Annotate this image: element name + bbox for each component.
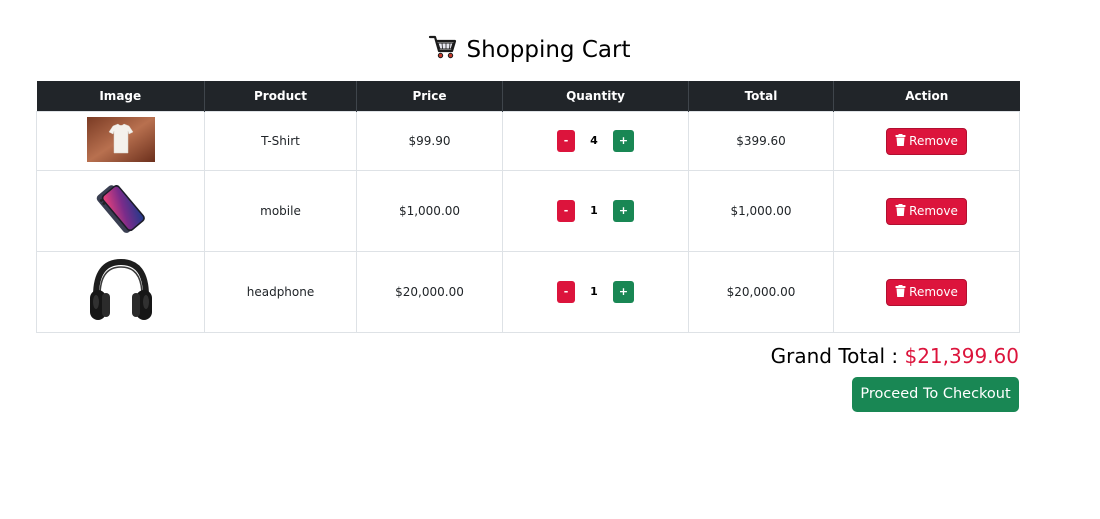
quantity-cell: - 1 + — [502, 170, 689, 252]
total-cell: $20,000.00 — [688, 251, 834, 333]
quantity-value: 1 — [590, 203, 598, 217]
increase-quantity-button[interactable]: + — [613, 200, 634, 222]
quantity-stepper: - 1 + — [557, 281, 634, 303]
price-cell: $1,000.00 — [356, 170, 503, 252]
total-cell: $1,000.00 — [688, 170, 834, 252]
tshirt-image — [86, 117, 155, 165]
trash-icon — [895, 203, 906, 219]
table-header-row: Image Product Price Quantity Total Actio… — [36, 81, 1020, 112]
decrease-quantity-button[interactable]: - — [557, 200, 575, 222]
decrease-quantity-button[interactable]: - — [557, 130, 575, 152]
increase-quantity-button[interactable]: + — [613, 281, 634, 303]
product-name-cell: T-Shirt — [204, 111, 357, 171]
price-cell: $20,000.00 — [356, 251, 503, 333]
total-cell: $399.60 — [688, 111, 834, 171]
grand-total-value: $21,399.60 — [904, 344, 1019, 368]
product-name-cell: headphone — [204, 251, 357, 333]
trash-icon — [895, 284, 906, 300]
page-title-text: Shopping Cart — [466, 37, 631, 63]
column-header-quantity: Quantity — [502, 81, 689, 112]
column-header-image: Image — [36, 81, 205, 112]
grand-total: Grand Total : $21,399.60 — [771, 344, 1019, 368]
cart-table: Image Product Price Quantity Total Actio… — [36, 81, 1020, 333]
column-header-total: Total — [688, 81, 834, 112]
image-cell — [36, 170, 205, 252]
quantity-stepper: - 4 + — [557, 130, 634, 152]
table-row: T-Shirt $99.90 - 4 + $399.60 Remove — [36, 111, 1020, 171]
quantity-value: 4 — [590, 133, 598, 147]
product-name-cell: mobile — [204, 170, 357, 252]
column-header-action: Action — [833, 81, 1020, 112]
headphone-image — [86, 256, 156, 329]
quantity-stepper: - 1 + — [557, 200, 634, 222]
table-row: headphone $20,000.00 - 1 + $20,000.00 Re… — [36, 251, 1020, 333]
proceed-to-checkout-button[interactable]: Proceed To Checkout — [852, 377, 1019, 412]
remove-button-label: Remove — [909, 204, 958, 218]
grand-total-label: Grand Total : — [770, 344, 899, 368]
quantity-cell: - 4 + — [502, 111, 689, 171]
page-title: Shopping Cart — [0, 32, 1058, 68]
trash-icon — [895, 133, 906, 149]
table-row: mobile $1,000.00 - 1 + $1,000.00 Remove — [36, 170, 1020, 252]
remove-button[interactable]: Remove — [886, 278, 967, 306]
mobile-image — [87, 182, 155, 241]
remove-button-label: Remove — [909, 134, 958, 148]
quantity-value: 1 — [590, 284, 598, 298]
quantity-cell: - 1 + — [502, 251, 689, 333]
price-cell: $99.90 — [356, 111, 503, 171]
decrease-quantity-button[interactable]: - — [557, 281, 575, 303]
remove-button[interactable]: Remove — [886, 127, 967, 155]
column-header-product: Product — [204, 81, 357, 112]
action-cell: Remove — [833, 111, 1020, 171]
increase-quantity-button[interactable]: + — [613, 130, 634, 152]
image-cell — [36, 251, 205, 333]
action-cell: Remove — [833, 170, 1020, 252]
remove-button[interactable]: Remove — [886, 197, 967, 225]
action-cell: Remove — [833, 251, 1020, 333]
shopping-cart-icon — [428, 32, 458, 68]
remove-button-label: Remove — [909, 285, 958, 299]
image-cell — [36, 111, 205, 171]
column-header-price: Price — [356, 81, 503, 112]
cart-page: Shopping Cart Image Product Price Quanti… — [0, 0, 1100, 519]
